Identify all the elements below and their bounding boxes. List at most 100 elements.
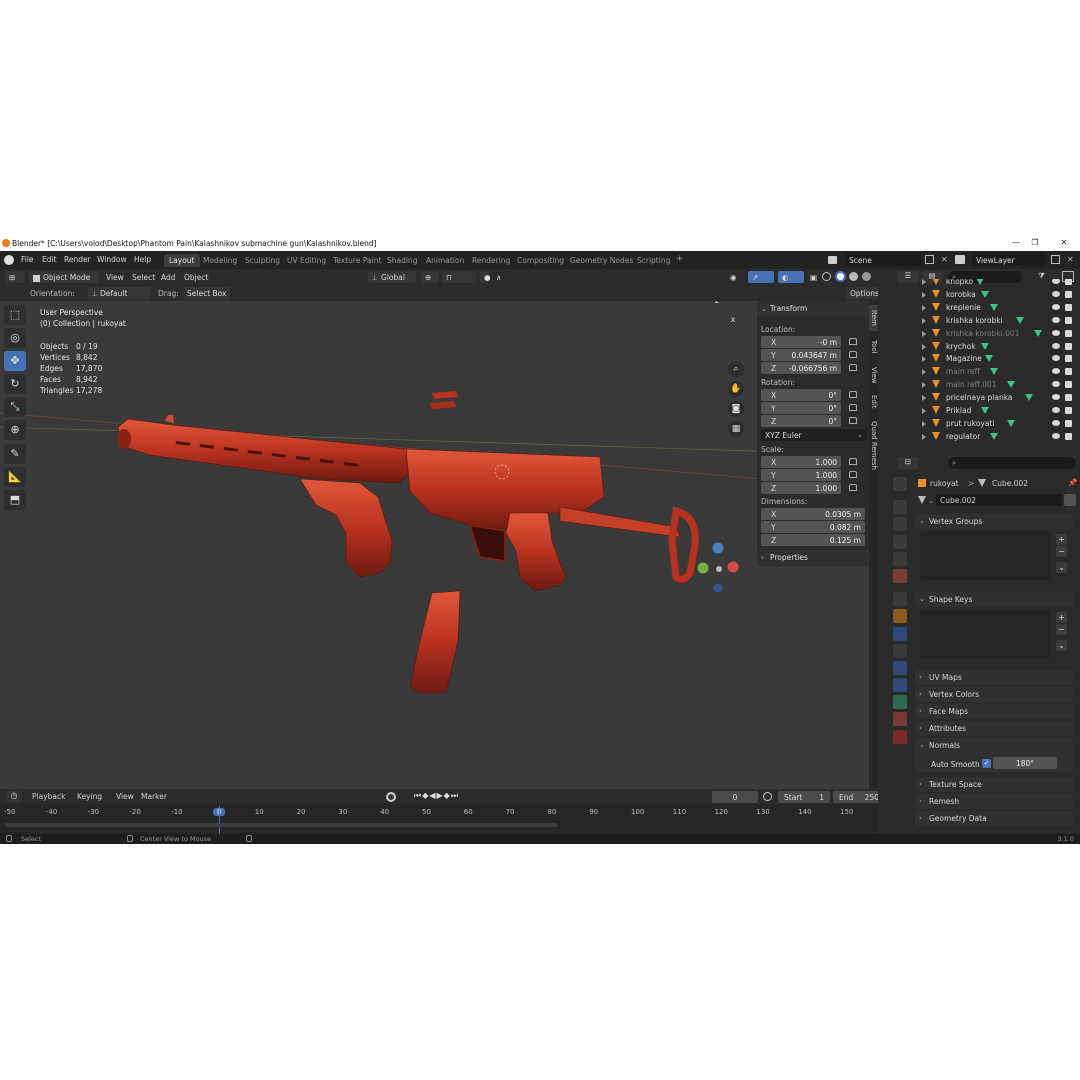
- expand-arrow-icon[interactable]: [922, 356, 926, 363]
- menu-render[interactable]: Render: [64, 255, 91, 264]
- camera-icon[interactable]: [1065, 355, 1072, 363]
- output-tab-icon[interactable]: [893, 517, 907, 532]
- camera-icon[interactable]: [1065, 279, 1072, 285]
- tab-tool[interactable]: Tool: [869, 335, 878, 359]
- location-x-field[interactable]: X -0 m: [761, 336, 841, 348]
- location-z-field[interactable]: Z -0.066756 m: [761, 362, 841, 374]
- lock-icon[interactable]: [849, 484, 857, 491]
- tab-view[interactable]: View: [869, 363, 878, 387]
- rotate-icon[interactable]: ↻: [4, 374, 26, 394]
- outliner-item[interactable]: krishka korobki: [878, 314, 1080, 327]
- lock-icon[interactable]: [849, 404, 857, 411]
- zoom-icon[interactable]: ⌕: [728, 361, 744, 377]
- expand-arrow-icon[interactable]: [922, 369, 926, 376]
- workspace-tab-sculpting[interactable]: Sculpting: [240, 254, 285, 267]
- add-vertex-group-button[interactable]: +: [1056, 534, 1067, 545]
- camera-icon[interactable]: [1065, 381, 1072, 389]
- new-scene-icon[interactable]: [925, 255, 934, 264]
- outliner-item[interactable]: korobka: [878, 288, 1080, 301]
- play-reverse-icon[interactable]: ◀: [429, 791, 436, 800]
- add-workspace-button[interactable]: +: [671, 254, 689, 267]
- shape-keys-header[interactable]: ⌄ Shape Keys: [915, 592, 1073, 607]
- scale-y-field[interactable]: Y 1.000: [761, 469, 841, 481]
- gizmo-x-axis[interactable]: [727, 561, 739, 573]
- outliner-item[interactable]: main reff: [878, 365, 1080, 378]
- outliner-item[interactable]: knopko: [878, 279, 1080, 288]
- camera-icon[interactable]: [1065, 368, 1072, 376]
- workspace-tab-shading[interactable]: Shading: [382, 254, 422, 267]
- frame-ruler[interactable]: -50-40-30-20-100102030405060708090100110…: [0, 806, 878, 819]
- jump-end-icon[interactable]: ⏭: [451, 791, 459, 800]
- next-keyframe-icon[interactable]: ◆: [444, 791, 451, 800]
- vertex-group-menu-icon[interactable]: ⌄: [1056, 562, 1067, 573]
- expand-arrow-icon[interactable]: [922, 343, 926, 350]
- outliner-item[interactable]: prut rukoyati: [878, 417, 1080, 430]
- workspace-tab-rendering[interactable]: Rendering: [467, 254, 515, 267]
- falloff-icon[interactable]: ∧: [492, 271, 506, 283]
- workspace-tab-uv-editing[interactable]: UV Editing: [282, 254, 331, 267]
- gun-model[interactable]: [117, 391, 699, 694]
- play-icon[interactable]: ▶: [437, 791, 444, 800]
- workspace-tab-scripting[interactable]: Scripting: [632, 254, 675, 267]
- mesh-data-icon[interactable]: [1007, 419, 1016, 427]
- minimize-button[interactable]: —: [1010, 238, 1022, 249]
- mesh-data-icon[interactable]: [1024, 394, 1033, 402]
- vertex-groups-header[interactable]: ⌄ Vertex Groups: [915, 514, 1073, 529]
- mesh-data-icon[interactable]: [1016, 316, 1024, 324]
- properties-subpanel[interactable]: › Properties: [757, 550, 869, 565]
- camera-icon[interactable]: [1065, 342, 1072, 350]
- lock-icon[interactable]: [849, 458, 857, 465]
- outliner-item[interactable]: main reff.001: [878, 378, 1080, 391]
- drag-selector[interactable]: Select Box: [183, 287, 230, 299]
- mesh-datablock-selector[interactable]: ⌄ Cube.002: [918, 494, 1076, 506]
- workspace-tab-modeling[interactable]: Modeling: [198, 254, 242, 267]
- eye-icon[interactable]: [1052, 303, 1060, 310]
- record-icon[interactable]: [386, 792, 396, 802]
- camera-icon[interactable]: [1065, 290, 1072, 298]
- options-button[interactable]: Options: [846, 287, 879, 299]
- remove-vertex-group-button[interactable]: −: [1056, 546, 1067, 557]
- editor-type-icon[interactable]: ⊞: [5, 271, 25, 283]
- camera-icon[interactable]: [1065, 303, 1072, 311]
- mesh-data-icon[interactable]: [1007, 381, 1016, 389]
- expand-arrow-icon[interactable]: [922, 382, 926, 389]
- header-menu-add[interactable]: Add: [157, 271, 180, 283]
- outliner-item[interactable]: kreplenie: [878, 301, 1080, 314]
- lock-icon[interactable]: [849, 391, 857, 398]
- timeline-menu-keying[interactable]: Keying: [77, 792, 102, 801]
- mesh-name-field[interactable]: Cube.002: [936, 494, 1062, 506]
- expand-arrow-icon[interactable]: [922, 408, 926, 414]
- eye-icon[interactable]: [1052, 279, 1060, 284]
- expand-arrow-icon[interactable]: [922, 433, 926, 440]
- rotation-x-field[interactable]: X 0°: [761, 389, 841, 401]
- scene-selector[interactable]: Scene: [845, 254, 921, 266]
- texture-space-header[interactable]: › Texture Space: [915, 777, 1073, 792]
- menu-window[interactable]: Window: [97, 255, 127, 264]
- gizmo-z-axis[interactable]: [712, 542, 724, 554]
- timeline-scrollbar[interactable]: [5, 823, 557, 827]
- outliner-item[interactable]: Priklad: [878, 404, 1080, 417]
- auto-smooth-angle-field[interactable]: 180°: [993, 757, 1057, 769]
- dimensions-z-field[interactable]: Z 0.125 m: [761, 534, 865, 546]
- camera-icon[interactable]: [1065, 407, 1072, 414]
- wireframe-shading-icon[interactable]: [822, 272, 831, 281]
- workspace-tab-layout[interactable]: Layout: [164, 254, 200, 267]
- material-preview-icon[interactable]: [849, 272, 858, 281]
- gizmo-neg-z[interactable]: [713, 583, 723, 593]
- expand-arrow-icon[interactable]: [922, 395, 926, 402]
- lock-icon[interactable]: [849, 351, 857, 358]
- outliner-item[interactable]: pricelnaya planka: [878, 391, 1080, 404]
- expand-arrow-icon[interactable]: [922, 330, 926, 337]
- scale-x-field[interactable]: X 1.000: [761, 456, 841, 468]
- mesh-data-icon[interactable]: [989, 368, 998, 376]
- snap-icon[interactable]: ⊓: [442, 271, 476, 283]
- orientation-selector[interactable]: ⟂ Default: [88, 287, 150, 299]
- outliner-item[interactable]: regulator: [878, 430, 1080, 443]
- outliner-item[interactable]: krishka korobki.001: [878, 327, 1080, 340]
- timeline-editor-type-icon[interactable]: ◷: [6, 791, 22, 802]
- jump-start-icon[interactable]: ⏮: [414, 791, 422, 800]
- mesh-data-icon[interactable]: [989, 303, 998, 311]
- camera-icon[interactable]: [1065, 394, 1072, 402]
- rendered-shading-icon[interactable]: [862, 272, 871, 281]
- 3d-viewport[interactable]: Z X ⌕ ✋ ◙ ▦ ⬚ ◎ ✥ ↻ ⤡ ⊕ ✎ 📐 ⬒ User Persp…: [0, 301, 878, 789]
